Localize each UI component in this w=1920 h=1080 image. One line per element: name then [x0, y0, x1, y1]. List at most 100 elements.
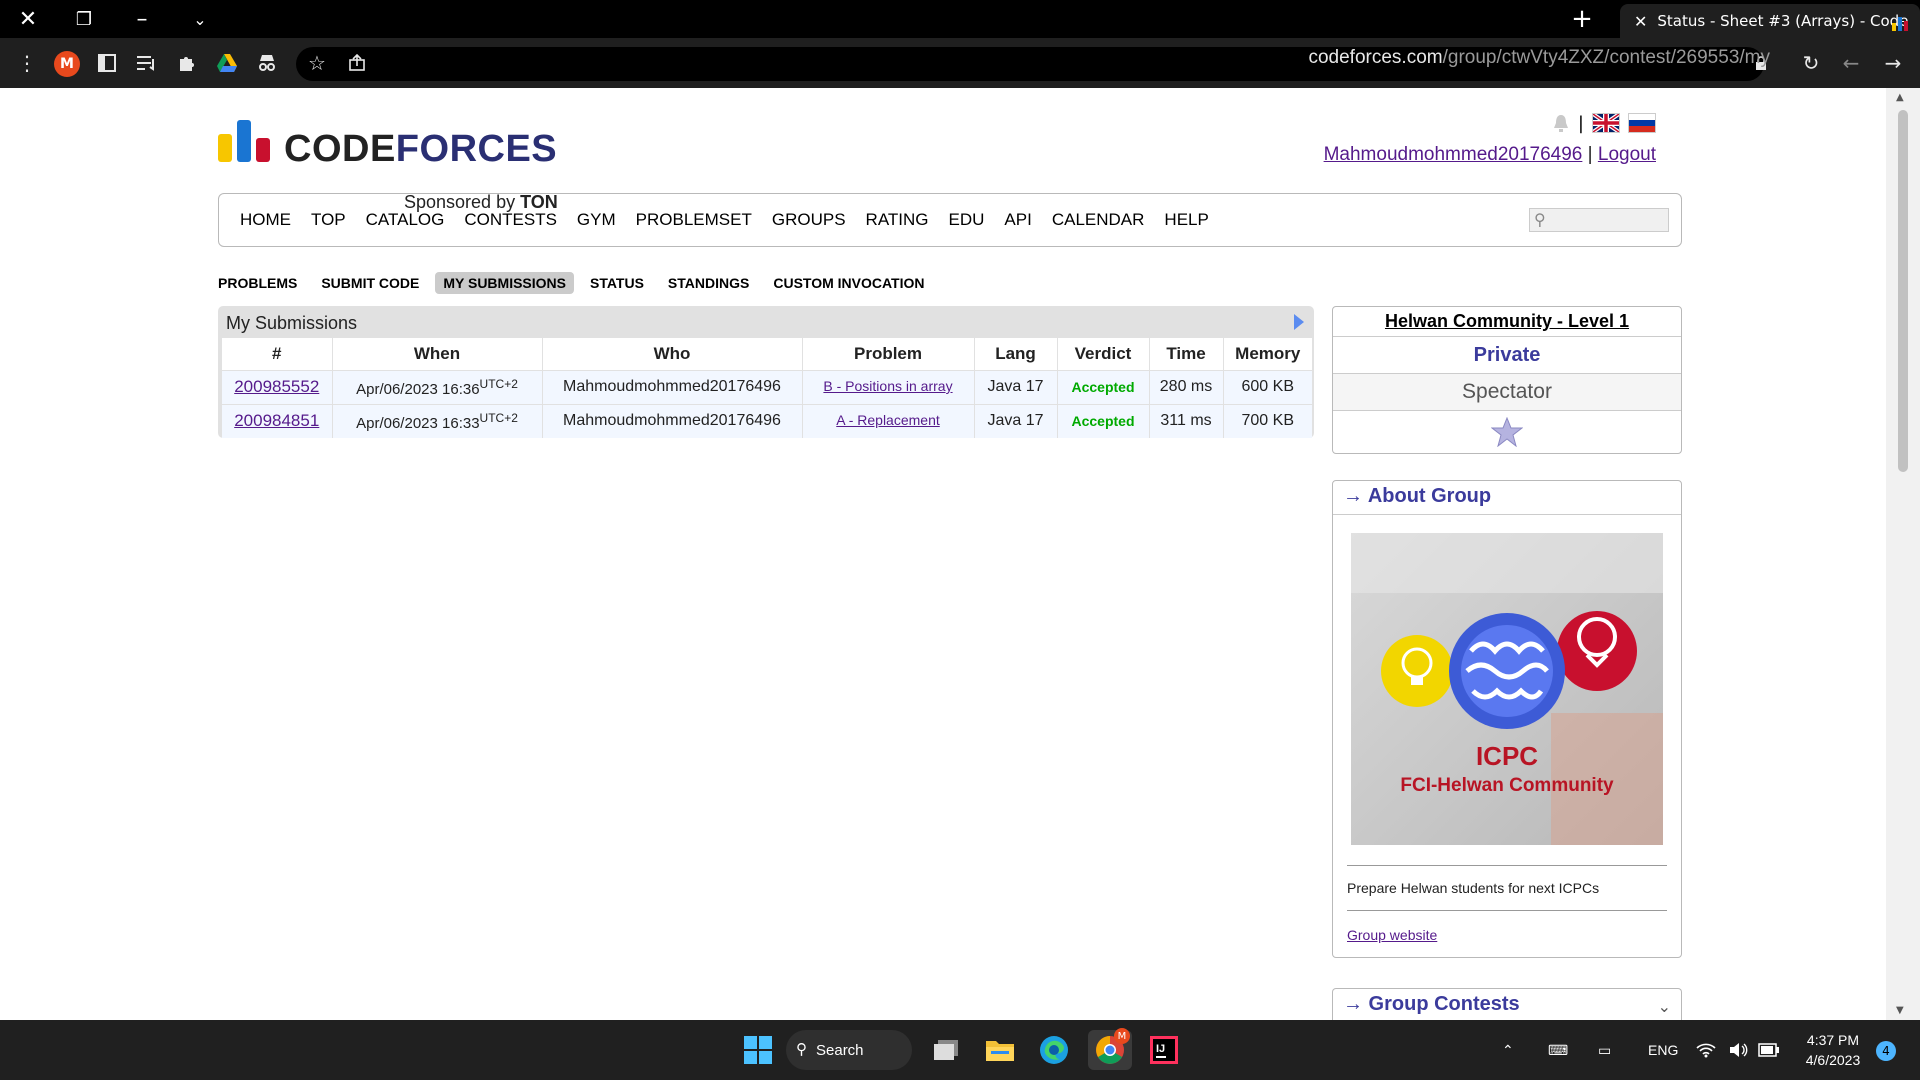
restore-window-icon[interactable]: ❐	[64, 0, 104, 38]
submission-lang: Java 17	[974, 369, 1058, 404]
menu-api[interactable]: API	[1004, 210, 1031, 230]
submission-who[interactable]: Mahmoudmohmmed20176496	[542, 403, 803, 438]
subnav-my-submissions[interactable]: MY SUBMISSIONS	[435, 272, 574, 294]
menu-calendar[interactable]: CALENDAR	[1052, 210, 1145, 230]
subnav-standings[interactable]: STANDINGS	[660, 272, 757, 294]
intellij-idea-icon[interactable]: IJ	[1144, 1030, 1184, 1070]
submission-verdict[interactable]: Accepted	[1057, 369, 1150, 404]
submission-when: Apr/06/2023 16:33	[356, 414, 480, 432]
menu-dots-icon[interactable]: ⋮	[10, 38, 44, 88]
back-arrow-icon[interactable]: ←	[1834, 38, 1868, 88]
input-language[interactable]: ENG	[1648, 1020, 1678, 1080]
close-tab-icon[interactable]: ✕	[1634, 12, 1647, 31]
taskbar-clock[interactable]: 4:37 PM 4/6/2023	[1788, 1030, 1878, 1070]
page-scrollbar[interactable]: ▲ ▼	[1886, 88, 1920, 1020]
notification-bell-icon[interactable]	[1552, 113, 1570, 133]
url-host: codeforces.com	[1308, 47, 1443, 68]
active-tab[interactable]: ✕ Status - Sheet #3 (Arrays) - Code	[1620, 4, 1920, 38]
edge-browser-icon[interactable]	[1034, 1030, 1074, 1070]
menu-top[interactable]: TOP	[311, 210, 346, 230]
show-hidden-icons-icon[interactable]: ⌃	[1502, 1020, 1514, 1080]
logout-link[interactable]: Logout	[1598, 144, 1656, 165]
close-window-icon[interactable]: ✕	[8, 0, 48, 38]
submission-problem-link[interactable]: A - Replacement	[836, 412, 940, 428]
scrollbar-thumb[interactable]	[1898, 110, 1908, 472]
extensions-puzzle-icon[interactable]	[170, 38, 204, 88]
submission-when-cell: Apr/06/2023 16:33UTC+2	[332, 403, 543, 438]
site-search-input[interactable]: ⚲	[1529, 208, 1669, 232]
url-text[interactable]: codeforces.com/group/ctwVty4ZXZ/contest/…	[1308, 47, 1770, 69]
menu-contests[interactable]: CONTESTS	[464, 210, 557, 230]
menu-gym[interactable]: GYM	[577, 210, 616, 230]
share-page-icon[interactable]	[340, 38, 374, 88]
submission-who[interactable]: Mahmoudmohmmed20176496	[542, 369, 803, 404]
group-contests-title[interactable]: → Group Contests	[1333, 989, 1681, 1020]
main-menu: HOME TOP CATALOG CONTESTS GYM PROBLEMSET…	[218, 193, 1682, 247]
clock-time: 4:37 PM	[1806, 1032, 1860, 1048]
menu-catalog[interactable]: CATALOG	[366, 210, 445, 230]
group-website-link[interactable]: Group website	[1347, 927, 1437, 943]
chrome-browser-icon[interactable]: M	[1088, 1028, 1132, 1070]
task-view-icon[interactable]	[926, 1030, 966, 1070]
panel-arrow-icon[interactable]	[1294, 314, 1304, 330]
favourite-star-icon[interactable]	[1333, 411, 1681, 453]
file-explorer-icon[interactable]	[980, 1030, 1020, 1070]
windows-start-icon[interactable]	[738, 1030, 778, 1070]
scroll-up-icon[interactable]: ▲	[1896, 92, 1904, 103]
subnav-custom-invocation[interactable]: CUSTOM INVOCATION	[765, 272, 932, 294]
subnav-submit-code[interactable]: SUBMIT CODE	[313, 272, 427, 294]
col-header-lang: Lang	[974, 338, 1058, 370]
incognito-spy-icon[interactable]	[250, 38, 284, 88]
submission-id-link[interactable]: 200984851	[234, 411, 319, 430]
tab-title: Status - Sheet #3 (Arrays) - Code	[1657, 12, 1909, 30]
reading-list-icon[interactable]	[130, 38, 164, 88]
chevron-down-icon[interactable]: ⌄	[1658, 997, 1671, 1016]
submission-id-link[interactable]: 200985552	[234, 377, 319, 396]
group-contests-box: → Group Contests ⌄	[1332, 988, 1682, 1020]
tablet-mode-icon[interactable]: ▭	[1598, 1020, 1611, 1080]
battery-icon[interactable]	[1758, 1020, 1780, 1080]
menu-groups[interactable]: GROUPS	[772, 210, 846, 230]
tab-search-chevron-icon[interactable]: ⌄	[180, 0, 220, 38]
google-drive-icon[interactable]	[210, 38, 244, 88]
about-group-title[interactable]: → About Group	[1333, 481, 1681, 515]
taskbar-search-button[interactable]: ⚲ Search	[786, 1030, 912, 1070]
submission-problem-link[interactable]: B - Positions in array	[823, 378, 952, 394]
menu-edu[interactable]: EDU	[949, 210, 985, 230]
reload-icon[interactable]: ↻	[1794, 38, 1828, 88]
bookmark-star-icon[interactable]: ☆	[300, 38, 334, 88]
col-header-problem: Problem	[802, 338, 975, 370]
scroll-down-icon[interactable]: ▼	[1896, 1005, 1904, 1016]
header-user-area: | Mahmoudmohmmed20176496 | Logout	[1324, 110, 1656, 166]
sidebar-panel-icon[interactable]	[90, 38, 124, 88]
minimize-window-icon[interactable]: –	[122, 0, 162, 38]
menu-rating[interactable]: RATING	[866, 210, 929, 230]
subnav-status[interactable]: STATUS	[582, 272, 652, 294]
username-link[interactable]: Mahmoudmohmmed20176496	[1324, 144, 1583, 165]
forward-arrow-icon[interactable]: →	[1876, 38, 1910, 88]
user-links-separator: |	[1587, 144, 1593, 165]
new-tab-icon[interactable]: +	[1562, 0, 1602, 38]
subnav-problems[interactable]: PROBLEMS	[218, 272, 305, 294]
language-switcher: |	[1324, 110, 1656, 136]
menu-home[interactable]: HOME	[240, 210, 291, 230]
menu-problemset[interactable]: PROBLEMSET	[636, 210, 752, 230]
table-header-row: # When Who Problem Lang Verdict Time Mem…	[222, 338, 1312, 370]
group-description: Prepare Helwan students for next ICPCs	[1347, 865, 1667, 911]
submission-when-cell: Apr/06/2023 16:36UTC+2	[332, 369, 543, 404]
notification-count-badge[interactable]: 4	[1876, 1041, 1896, 1061]
menu-help[interactable]: HELP	[1164, 210, 1208, 230]
english-flag-icon[interactable]	[1591, 112, 1621, 134]
profile-avatar[interactable]: M	[54, 51, 80, 77]
volume-icon[interactable]	[1728, 1020, 1748, 1080]
submission-memory: 600 KB	[1223, 369, 1312, 404]
logo-text-forces: FORCES	[395, 128, 558, 170]
group-name-link[interactable]: Helwan Community - Level 1	[1333, 307, 1681, 337]
keyboard-icon[interactable]: ⌨	[1548, 1020, 1568, 1080]
logo-wordmark: CODEFORCES	[284, 128, 557, 171]
wifi-icon[interactable]	[1696, 1020, 1716, 1080]
col-header-who: Who	[542, 338, 803, 370]
submission-verdict[interactable]: Accepted	[1057, 403, 1150, 438]
header-divider: |	[1577, 112, 1584, 134]
russian-flag-icon[interactable]	[1628, 113, 1656, 133]
